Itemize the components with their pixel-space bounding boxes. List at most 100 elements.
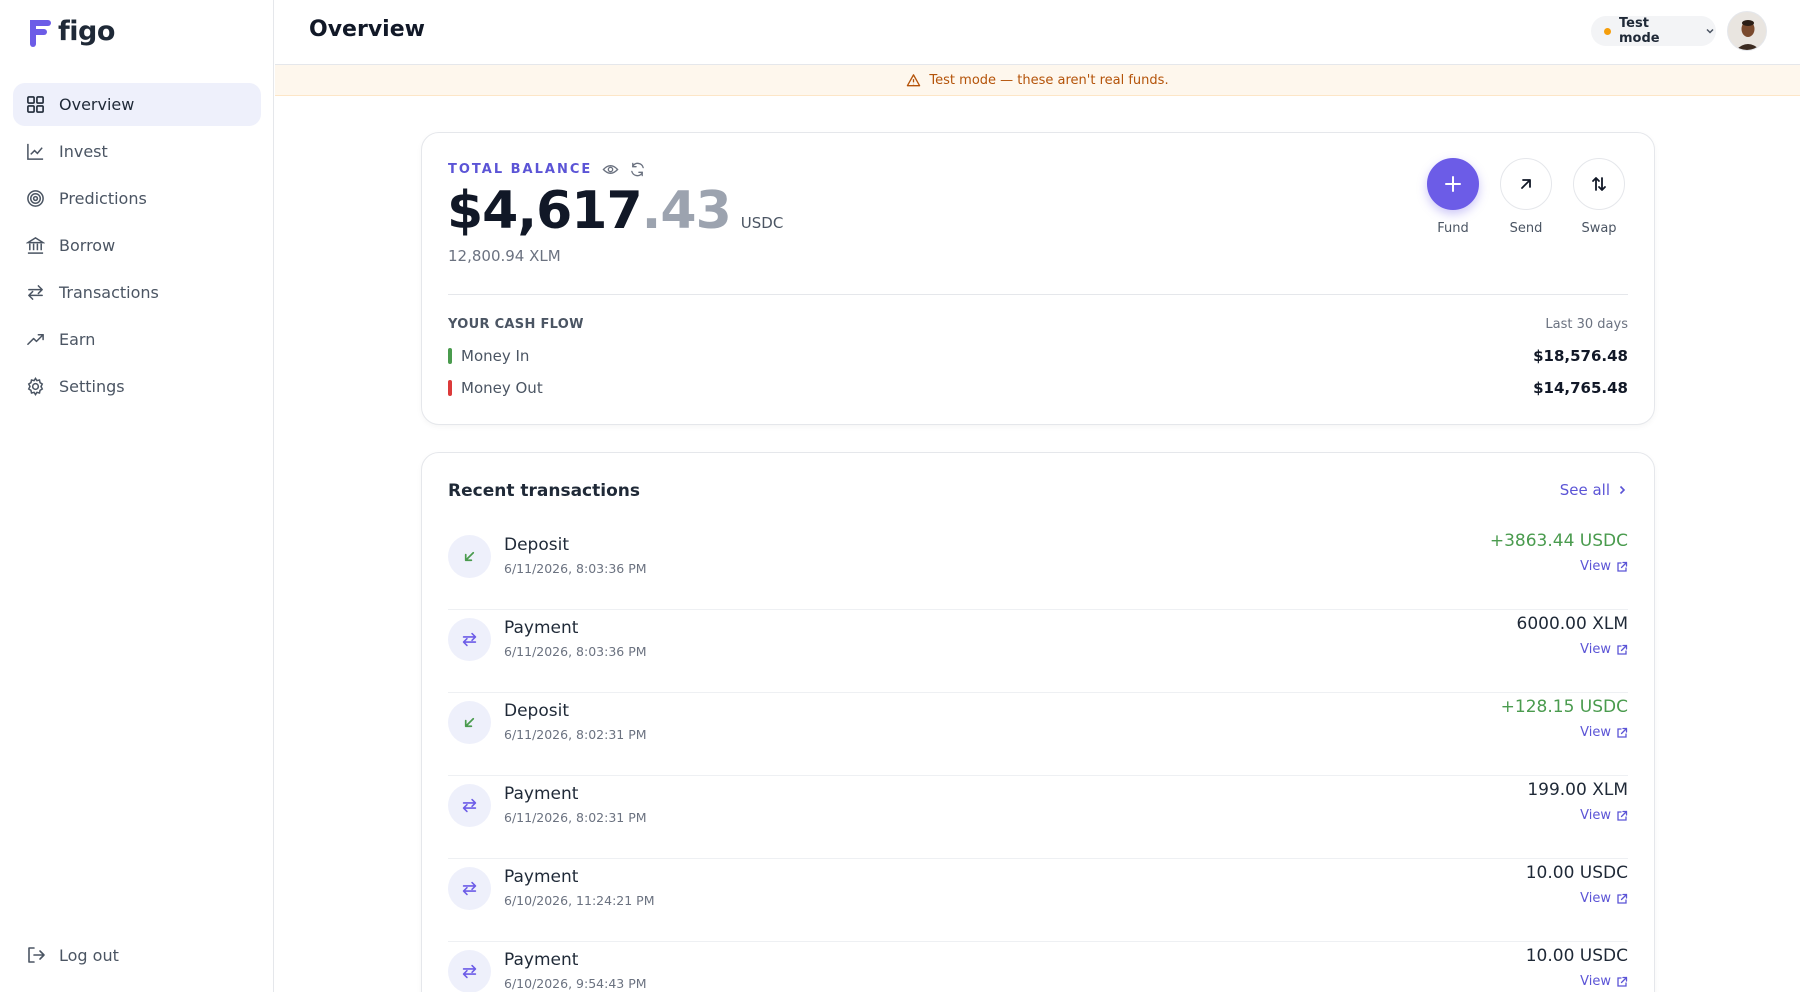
test-mode-dropdown[interactable]: Test mode [1591,16,1716,46]
money-in-bar [448,348,452,364]
logo[interactable]: figo [26,16,115,47]
balance-decimal: .43 [641,181,732,241]
transaction-row[interactable]: Payment 6/11/2026, 8:03:36 PM 6000.00 XLM V… [448,610,1628,693]
sidebar-item-invest[interactable]: Invest [13,130,261,173]
transaction-type: Payment [504,618,579,638]
view-label: View [1580,642,1611,657]
top-header: Overview Test mode [275,0,1800,65]
bank-icon [26,237,45,254]
arrow-up-right-icon [1521,179,1531,189]
sidebar-item-earn[interactable]: Earn [13,318,261,361]
view-transaction-link[interactable]: View [1580,891,1628,906]
payment-type-badge [448,618,491,661]
money-in-label: Money In [461,347,530,365]
test-mode-label: Test mode [1619,16,1660,46]
sidebar-item-predictions[interactable]: Predictions [13,177,261,220]
transaction-row[interactable]: Deposit 6/11/2026, 8:02:31 PM +128.15 USDC… [448,693,1628,776]
sidebar: figo Overview Invest Predictions Borrow … [0,0,274,992]
view-label: View [1580,891,1611,906]
transaction-amount: 199.00 XLM [1527,780,1628,800]
fund-button[interactable]: Fund [1427,158,1479,236]
transaction-amount: 10.00 USDC [1525,946,1628,966]
external-link-icon [1617,810,1628,821]
external-link-icon [1617,893,1628,904]
trending-up-icon [27,333,44,346]
swap-vertical-icon [1592,177,1606,191]
cashflow-money-out: Money Out $14,765.48 [448,378,1628,398]
user-avatar-icon [1728,12,1766,50]
money-out-bar [448,380,452,396]
cashflow-period: Last 30 days [1545,317,1628,332]
target-icon [27,190,44,207]
logout-button[interactable]: Log out [26,945,119,965]
status-dot [1604,27,1611,35]
view-label: View [1580,559,1611,574]
eye-icon[interactable] [602,161,619,178]
plus-icon [1445,176,1461,192]
transaction-type: Deposit [504,701,569,721]
chart-line-icon [27,143,44,160]
view-label: View [1580,725,1611,740]
view-transaction-link[interactable]: View [1580,725,1628,740]
swap-button-circle[interactable] [1573,158,1625,210]
view-transaction-link[interactable]: View [1580,974,1628,989]
sidebar-item-transactions[interactable]: Transactions [13,271,261,314]
transaction-type: Payment [504,784,579,804]
sidebar-item-settings[interactable]: Settings [13,365,261,408]
sidebar-nav: Overview Invest Predictions Borrow Trans… [13,83,261,412]
payment-type-badge [448,867,491,910]
transaction-row[interactable]: Payment 6/10/2026, 9:54:43 PM 10.00 USDC Vi… [448,942,1628,992]
logout-label: Log out [59,945,119,965]
balance-integer: $4,617 [447,181,643,241]
cashflow-title: YOUR CASH FLOW [448,317,584,332]
banner-text: Test mode — these aren't real funds. [929,72,1169,88]
sidebar-item-borrow[interactable]: Borrow [13,224,261,267]
sidebar-item-label: Borrow [59,236,116,255]
external-link-icon [1617,976,1628,987]
deposit-type-badge [448,535,491,578]
sidebar-item-label: Overview [59,95,135,114]
sidebar-item-overview[interactable]: Overview [13,83,261,126]
balance-unit: USDC [740,214,784,232]
transaction-list: Deposit 6/11/2026, 8:03:36 PM +3863.44 USD… [448,527,1628,992]
view-label: View [1580,808,1611,823]
money-out-value: $14,765.48 [1533,379,1628,397]
deposit-type-badge [448,701,491,744]
view-transaction-link[interactable]: View [1580,642,1628,657]
avatar[interactable] [1727,11,1767,51]
grid-icon [27,96,44,113]
sidebar-item-label: Transactions [59,283,159,302]
transaction-amount: +3863.44 USDC [1489,531,1628,551]
send-label: Send [1509,221,1543,236]
arrow-down-left-icon [464,717,475,728]
recent-transactions-card: Recent transactions See all Deposit 6/11/… [421,452,1655,992]
sidebar-item-label: Settings [59,377,125,396]
transaction-row[interactable]: Payment 6/11/2026, 8:02:31 PM 199.00 XLM Vi… [448,776,1628,859]
send-button[interactable]: Send [1500,158,1552,236]
transaction-row[interactable]: Payment 6/10/2026, 11:24:21 PM 10.00 USDC V… [448,859,1628,942]
send-button-circle[interactable] [1500,158,1552,210]
swap-button[interactable]: Swap [1573,158,1625,236]
fund-button-circle[interactable] [1427,158,1479,210]
chevron-right-icon [1619,485,1626,495]
transaction-type: Deposit [504,535,569,555]
transaction-date: 6/10/2026, 9:54:43 PM [504,976,647,991]
view-transaction-link[interactable]: View [1580,808,1628,823]
external-link-icon [1617,561,1628,572]
see-all-link[interactable]: See all [1560,481,1628,499]
view-transaction-link[interactable]: View [1580,559,1628,574]
logout-icon [28,947,45,963]
balance-secondary: 12,800.94 XLM [448,247,561,265]
sidebar-item-label: Predictions [59,189,147,208]
arrows-exchange-icon [462,964,477,979]
balance-amount: $4,617 .43 USDC [447,181,783,241]
gear-icon [27,377,44,396]
arrows-exchange-icon [462,881,477,896]
transaction-row[interactable]: Deposit 6/11/2026, 8:03:36 PM +3863.44 USD… [448,527,1628,610]
total-balance-text: TOTAL BALANCE [448,162,593,177]
app-name: figo [58,16,115,47]
arrows-exchange-icon [462,632,477,647]
refresh-icon[interactable] [629,161,646,178]
balance-card: TOTAL BALANCE $4,617 .43 USDC 12,800.94 … [421,132,1655,425]
total-balance-label: TOTAL BALANCE [448,161,646,178]
